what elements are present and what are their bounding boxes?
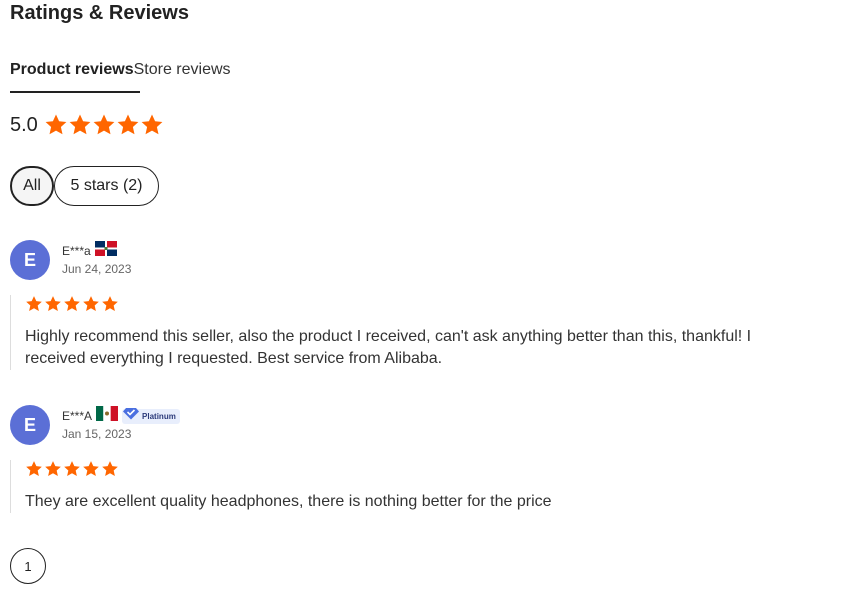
avatar: E xyxy=(10,405,50,445)
review-body: Highly recommend this seller, also the p… xyxy=(10,295,815,370)
star-icon xyxy=(101,460,119,478)
pagination-page-button[interactable]: 1 xyxy=(10,548,46,584)
reviewer-name: E***a xyxy=(62,244,91,258)
summary-stars xyxy=(44,113,164,137)
platinum-badge: Platinum xyxy=(122,407,180,425)
filter-5-stars-button[interactable]: 5 stars (2) xyxy=(54,166,159,206)
page-title: Ratings & Reviews xyxy=(10,2,189,24)
review-stars xyxy=(25,295,815,313)
star-icon xyxy=(82,460,100,478)
reviewer-name: E***A xyxy=(62,409,93,423)
tab-product-reviews[interactable]: Product reviews xyxy=(10,61,134,79)
badge-label: Platinum xyxy=(142,411,176,421)
star-icon xyxy=(82,295,100,313)
review-body: They are excellent quality headphones, t… xyxy=(10,460,815,513)
rating-filters: All 5 stars (2) xyxy=(10,166,159,206)
review-text: They are excellent quality headphones, t… xyxy=(25,493,552,510)
reviewer-info: E***A Platinum xyxy=(62,406,180,426)
active-tab-indicator xyxy=(10,91,140,93)
average-rating: 5.0 xyxy=(10,113,38,136)
tab-store-reviews[interactable]: Store reviews xyxy=(134,61,231,79)
review-date: Jan 15, 2023 xyxy=(62,427,132,441)
star-icon xyxy=(101,295,119,313)
star-icon xyxy=(63,460,81,478)
star-icon xyxy=(25,460,43,478)
star-icon xyxy=(44,295,62,313)
diamond-icon xyxy=(123,407,140,425)
star-icon xyxy=(140,113,164,137)
star-icon xyxy=(63,295,81,313)
review-tabs: Product reviews Store reviews xyxy=(10,61,231,79)
star-icon xyxy=(116,113,140,137)
dominican-republic-flag-icon xyxy=(94,241,117,261)
star-icon xyxy=(44,460,62,478)
star-icon xyxy=(92,113,116,137)
review-text: Highly recommend this seller, also the p… xyxy=(25,328,752,367)
star-icon xyxy=(25,295,43,313)
review-date: Jun 24, 2023 xyxy=(62,262,132,276)
avatar: E xyxy=(10,240,50,280)
mexico-flag-icon xyxy=(96,406,119,426)
review-stars xyxy=(25,460,815,478)
filter-all-button[interactable]: All xyxy=(10,166,54,206)
star-icon xyxy=(44,113,68,137)
reviewer-info: E***a xyxy=(62,241,117,261)
rating-summary: 5.0 xyxy=(10,113,164,137)
star-icon xyxy=(68,113,92,137)
